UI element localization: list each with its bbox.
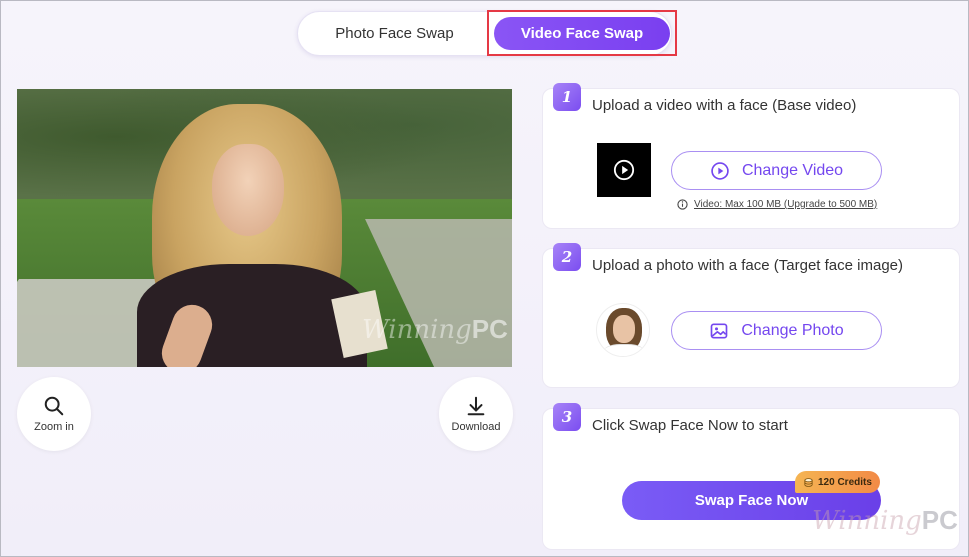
mode-tabs: Photo Face Swap Video Face Swap xyxy=(297,11,672,56)
step-title: Upload a video with a face (Base video) xyxy=(592,97,857,114)
base-video-thumbnail[interactable] xyxy=(597,143,651,197)
preview-watermark: WinningPC xyxy=(362,314,508,345)
credits-badge: 120 Credits xyxy=(795,471,880,493)
play-icon xyxy=(613,159,635,181)
change-video-label: Change Video xyxy=(741,161,844,179)
change-video-button[interactable]: Change Video xyxy=(671,151,882,190)
zoom-in-label: Zoom in xyxy=(34,421,74,433)
download-label: Download xyxy=(451,421,501,433)
step-card-target-face: 2 Upload a photo with a face (Target fac… xyxy=(542,243,960,388)
tab-photo-face-swap[interactable]: Photo Face Swap xyxy=(298,12,491,55)
change-photo-label: Change Photo xyxy=(741,321,844,339)
info-icon xyxy=(677,199,688,210)
step-title: Click Swap Face Now to start xyxy=(592,417,788,434)
preview-person-face xyxy=(212,144,284,236)
video-preview: WinningPC xyxy=(17,89,512,367)
credits-text: 120 Credits xyxy=(818,476,872,488)
coin-icon xyxy=(804,477,813,487)
watermark-bold-text: PC xyxy=(921,505,958,535)
step-card-base-video: 1 Upload a video with a face (Base video… xyxy=(542,83,960,229)
video-size-note[interactable]: Video: Max 100 MB (Upgrade to 500 MB) xyxy=(677,199,877,210)
step-number-badge: 3 xyxy=(553,403,581,431)
corner-watermark: WinningPC xyxy=(812,505,958,536)
step-title: Upload a photo with a face (Target face … xyxy=(592,257,904,274)
download-button[interactable]: Download xyxy=(439,377,513,451)
thumbnail-body xyxy=(603,344,645,356)
watermark-script-text: Winning xyxy=(362,315,472,345)
change-photo-button[interactable]: Change Photo xyxy=(671,311,882,350)
thumbnail-face xyxy=(613,315,635,343)
step-number-badge: 2 xyxy=(553,243,581,271)
watermark-script-text: Winning xyxy=(812,506,922,536)
tab-video-face-swap[interactable]: Video Face Swap xyxy=(494,17,670,50)
watermark-bold-text: PC xyxy=(471,314,508,344)
step-number-badge: 1 xyxy=(553,83,581,111)
target-face-thumbnail[interactable] xyxy=(596,303,650,357)
search-icon xyxy=(44,396,64,416)
play-icon xyxy=(711,161,729,180)
video-size-note-text: Video: Max 100 MB (Upgrade to 500 MB) xyxy=(694,199,878,210)
image-icon xyxy=(711,323,728,338)
download-icon xyxy=(467,396,485,416)
zoom-in-button[interactable]: Zoom in xyxy=(17,377,91,451)
